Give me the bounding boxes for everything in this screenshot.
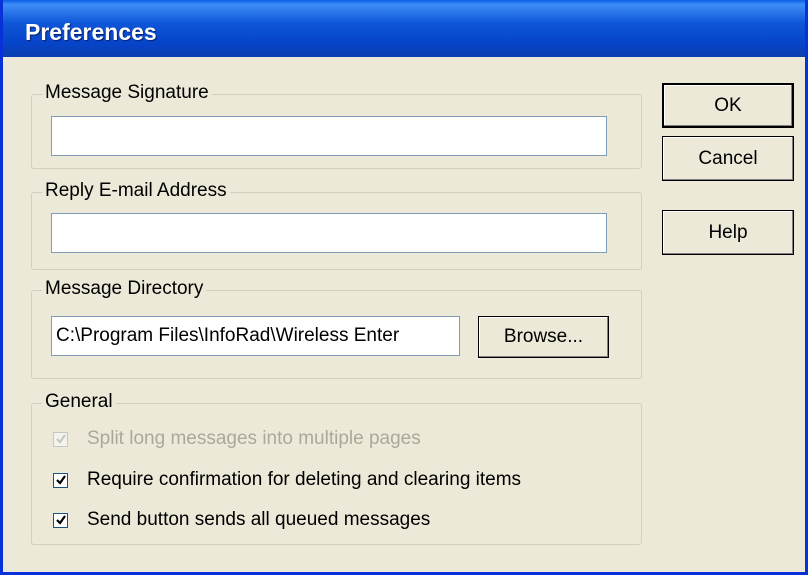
checkmark-icon bbox=[55, 475, 66, 485]
reply-email-input[interactable] bbox=[51, 213, 607, 253]
message-signature-input[interactable] bbox=[51, 116, 607, 156]
browse-button[interactable]: Browse... bbox=[478, 316, 609, 358]
window-title: Preferences bbox=[25, 19, 157, 45]
send-all-queued-label: Send button sends all queued messages bbox=[87, 509, 431, 530]
dialog-body: Message Signature Reply E-mail Address M… bbox=[3, 57, 805, 572]
send-all-queued-option[interactable]: Send button sends all queued messages bbox=[53, 508, 430, 532]
send-all-queued-checkbox[interactable] bbox=[53, 512, 68, 528]
split-messages-checkbox bbox=[53, 431, 68, 447]
reply-email-label: Reply E-mail Address bbox=[42, 180, 230, 202]
message-directory-label: Message Directory bbox=[42, 278, 207, 300]
message-signature-group: Message Signature bbox=[31, 82, 642, 169]
message-directory-input[interactable]: C:\Program Files\InfoRad\Wireless Enter bbox=[51, 316, 460, 356]
message-signature-label: Message Signature bbox=[42, 82, 212, 104]
cancel-button[interactable]: Cancel bbox=[662, 136, 794, 181]
preferences-dialog: Preferences Message Signature Reply E-ma… bbox=[0, 0, 808, 575]
require-confirmation-checkbox[interactable] bbox=[53, 472, 68, 488]
message-directory-group: Message Directory C:\Program Files\InfoR… bbox=[31, 278, 642, 379]
require-confirmation-label: Require confirmation for deleting and cl… bbox=[87, 469, 522, 490]
require-confirmation-option[interactable]: Require confirmation for deleting and cl… bbox=[53, 468, 521, 492]
general-label: General bbox=[42, 391, 116, 413]
split-messages-label: Split long messages into multiple pages bbox=[87, 428, 421, 449]
checkmark-icon bbox=[55, 515, 66, 525]
help-button[interactable]: Help bbox=[662, 210, 794, 255]
title-bar[interactable]: Preferences bbox=[3, 0, 805, 57]
checkmark-icon bbox=[55, 434, 66, 444]
ok-button[interactable]: OK bbox=[662, 83, 794, 128]
split-messages-option: Split long messages into multiple pages bbox=[53, 427, 421, 451]
reply-email-group: Reply E-mail Address bbox=[31, 180, 642, 270]
